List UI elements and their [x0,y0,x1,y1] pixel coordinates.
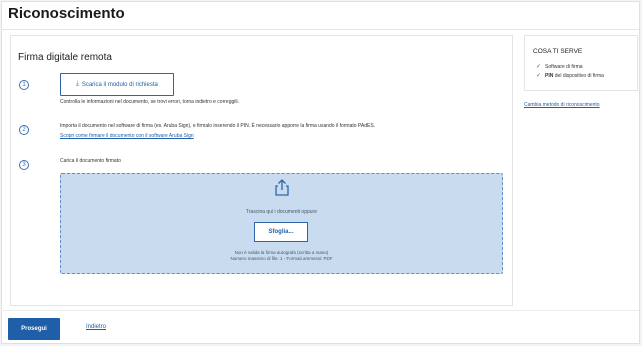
step-1-number: 1 [19,80,29,90]
step-2-number: 2 [19,125,29,135]
browse-button[interactable]: Sfoglia... [254,222,308,242]
continue-button[interactable]: Prosegui [8,318,60,340]
dropzone-text: Trascina qui i documenti oppure [246,209,317,215]
upload-icon [275,179,289,196]
requirement-text: Software di firma [545,63,583,70]
download-icon: ⤓ [76,81,79,87]
dropzone-note-formats: Numero massimo di file: 1 - Formati amme… [230,256,333,261]
footer-divider [1,310,639,311]
download-form-button[interactable]: ⤓ Scarica il modulo di richiesta [60,73,174,96]
requirements-title: COSA TI SERVE [533,48,583,55]
requirement-bold: PIN [545,72,554,79]
step-3-text: Carica il documento firmato [60,158,121,164]
check-icon: ✓ [536,64,542,70]
title-divider [1,29,639,30]
step-1-text: Controlla le informazioni nel documento,… [60,99,239,105]
requirement-text: del dispositivo di firma [554,72,604,79]
change-method-link[interactable]: Cambia metodo di riconoscimento [524,102,600,108]
step-2-text: Importa il documento nel software di fir… [60,123,376,129]
page-title: Riconoscimento [8,5,125,22]
step-3-number: 3 [19,160,29,170]
requirement-item: ✓ Software di firma [536,63,583,71]
requirement-item: ✓ PIN del dispositivo di firma [536,72,604,80]
back-link[interactable]: Indietro [86,324,106,330]
card-title: Firma digitale remota [18,52,112,63]
download-form-label: Scarica il modulo di richiesta [81,81,158,88]
aruba-sign-help-link[interactable]: Scopri come firmare il documento con il … [60,133,194,140]
check-icon: ✓ [536,73,542,79]
